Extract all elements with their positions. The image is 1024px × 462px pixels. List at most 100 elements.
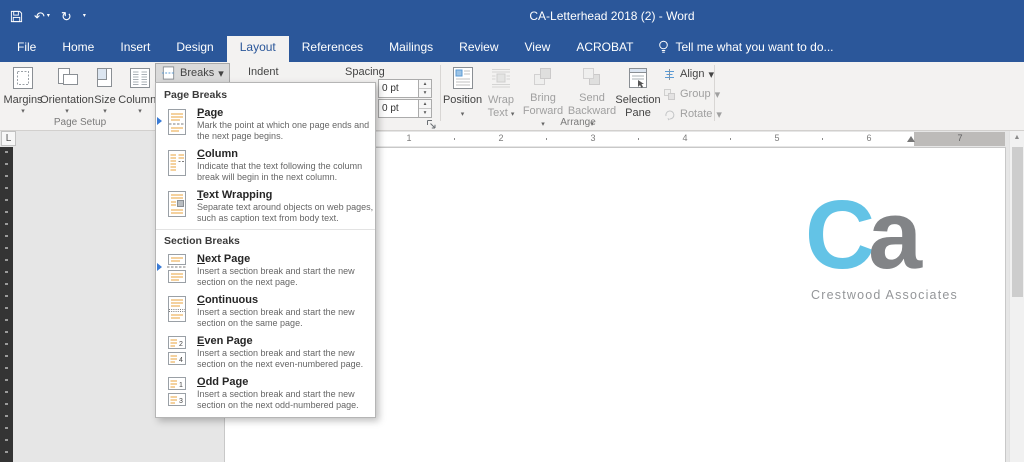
- even-page-break-icon: 2 4: [164, 335, 190, 367]
- continuous-break-icon: [164, 294, 190, 326]
- ruler-text-area: 1 2 3 4 5 6: [317, 132, 914, 146]
- chevron-down-icon: ▾: [21, 107, 25, 115]
- vertical-scrollbar[interactable]: ▲: [1009, 131, 1024, 462]
- paragraph-dialog-launcher[interactable]: [426, 117, 438, 129]
- next-page-break-icon: [164, 253, 190, 285]
- tab-file[interactable]: File: [4, 32, 49, 62]
- redo-button[interactable]: ↻: [61, 10, 72, 23]
- save-icon: [10, 10, 23, 22]
- logo-letter-c: C: [805, 180, 875, 289]
- selection-pane-label: Selection Pane: [615, 94, 661, 119]
- column-break-icon: [164, 148, 190, 180]
- menu-item-label: Column: [197, 147, 238, 160]
- undo-button[interactable]: ↶ ▾: [34, 10, 50, 23]
- letterhead-logo[interactable]: Ca: [805, 186, 922, 283]
- chevron-down-icon: ▾: [82, 13, 86, 19]
- orientation-label: Orientation: [40, 94, 94, 106]
- menu-item-page[interactable]: Page Mark the point at which one page en…: [156, 104, 375, 145]
- breaks-label: Breaks: [180, 67, 215, 79]
- size-icon: [92, 64, 118, 92]
- page-setup-group-label: Page Setup: [53, 117, 107, 128]
- menu-item-even-page[interactable]: 2 4 Even Page Insert a section break and…: [156, 332, 375, 373]
- bring-forward-icon: [530, 64, 556, 90]
- group-separator: [440, 65, 441, 121]
- wrap-text-icon: [488, 64, 514, 92]
- window-title: CA-Letterhead 2018 (2) - Word: [529, 9, 695, 23]
- tab-stop-selector[interactable]: L: [1, 131, 16, 146]
- ruler-number: 3: [590, 133, 596, 143]
- indent-label: Indent: [248, 66, 279, 78]
- margins-label: Margins: [3, 94, 43, 106]
- right-indent-marker[interactable]: [907, 136, 915, 142]
- menu-item-odd-page[interactable]: 1 3 Odd Page Insert a section break and …: [156, 373, 375, 414]
- tab-references[interactable]: References: [289, 32, 376, 62]
- break-insert-marker-icon: [157, 117, 162, 125]
- menu-item-column[interactable]: Column Indicate that the text following …: [156, 145, 375, 186]
- menu-item-label: Continuous: [197, 293, 259, 306]
- chevron-down-icon: ▾: [46, 13, 50, 19]
- ribbon: Margins ▾ Orientation ▾ Size ▾ Columns ▾…: [0, 62, 1024, 131]
- tab-home[interactable]: Home: [49, 32, 107, 62]
- menu-item-desc: Mark the point at which one page ends an…: [197, 120, 370, 141]
- group-objects-icon: [664, 88, 675, 100]
- stepper-up-icon[interactable]: ▴: [419, 80, 431, 89]
- ruler-number: 1: [406, 133, 412, 143]
- tab-review[interactable]: Review: [446, 32, 511, 62]
- spacing-after-stepper[interactable]: ▴ ▾: [419, 99, 432, 118]
- arrange-group-label: Arrange: [560, 117, 596, 128]
- tab-design[interactable]: Design: [163, 32, 226, 62]
- page-breaks-header: Page Breaks: [164, 89, 228, 101]
- align-label: Align: [680, 68, 705, 80]
- section-breaks-header: Section Breaks: [156, 228, 375, 250]
- scroll-up-icon[interactable]: ▲: [1010, 131, 1024, 145]
- logo-letter-a: a: [868, 180, 922, 289]
- svg-text:3: 3: [179, 398, 183, 405]
- horizontal-ruler[interactable]: L 1 2 3 4 5 6 7: [0, 131, 1024, 147]
- ruler-number: 6: [866, 133, 872, 143]
- menu-item-desc: Insert a section break and start the new…: [197, 347, 364, 369]
- save-button[interactable]: [10, 10, 23, 23]
- menu-item-label: Next Page: [197, 252, 251, 265]
- svg-text:2: 2: [179, 341, 183, 348]
- spacing-label: Spacing: [345, 66, 385, 78]
- scrollbar-thumb[interactable]: [1012, 147, 1023, 297]
- spacing-before-stepper[interactable]: ▴ ▾: [419, 79, 432, 98]
- menu-item-desc: Insert a section break and start the new…: [197, 306, 355, 328]
- menu-item-desc: Separate text around objects on web page…: [197, 201, 374, 223]
- align-icon: [665, 68, 674, 80]
- chevron-down-icon: ▾: [716, 108, 722, 121]
- bring-forward-label: Bring Forward: [522, 92, 564, 117]
- breaks-icon: [161, 66, 176, 80]
- menu-item-text-wrapping[interactable]: Text Wrapping Separate text around objec…: [156, 186, 375, 227]
- send-backward-icon: [579, 64, 605, 90]
- columns-icon: [127, 64, 153, 92]
- group-separator: [714, 65, 715, 121]
- tell-me-box[interactable]: Tell me what you want to do...: [646, 32, 845, 62]
- spacing-before-input[interactable]: [378, 79, 419, 98]
- stepper-up-icon[interactable]: ▴: [419, 100, 431, 109]
- page-break-icon: [164, 107, 190, 139]
- tab-acrobat[interactable]: ACROBAT: [563, 32, 646, 62]
- spacing-after-input[interactable]: [378, 99, 419, 118]
- svg-text:4: 4: [179, 357, 183, 364]
- menu-item-label: Even Page: [197, 334, 253, 347]
- breaks-button[interactable]: Breaks ▾: [155, 63, 230, 83]
- tab-mailings[interactable]: Mailings: [376, 32, 446, 62]
- tab-layout[interactable]: Layout: [226, 36, 289, 62]
- tab-view[interactable]: View: [512, 32, 564, 62]
- stepper-down-icon[interactable]: ▾: [419, 89, 431, 98]
- group-label: Group: [680, 88, 711, 100]
- breaks-dropdown-menu: Page Breaks Page Mark the point at which…: [155, 82, 376, 418]
- tab-insert[interactable]: Insert: [107, 32, 163, 62]
- quick-access-toolbar: ↶ ▾ ↻ ▾: [10, 0, 86, 32]
- chevron-down-icon: ▾: [138, 107, 142, 115]
- customize-qat-button[interactable]: ▾: [83, 13, 86, 19]
- company-name: Crestwood Associates: [811, 288, 958, 302]
- menu-item-next-page[interactable]: Next Page Insert a section break and sta…: [156, 250, 375, 291]
- menu-item-label: Page: [197, 107, 224, 119]
- menu-item-continuous[interactable]: Continuous Insert a section break and st…: [156, 291, 375, 332]
- svg-text:1: 1: [179, 382, 183, 389]
- orientation-icon: [54, 64, 80, 92]
- text-wrapping-break-icon: [164, 189, 190, 221]
- redo-icon: ↻: [60, 8, 72, 24]
